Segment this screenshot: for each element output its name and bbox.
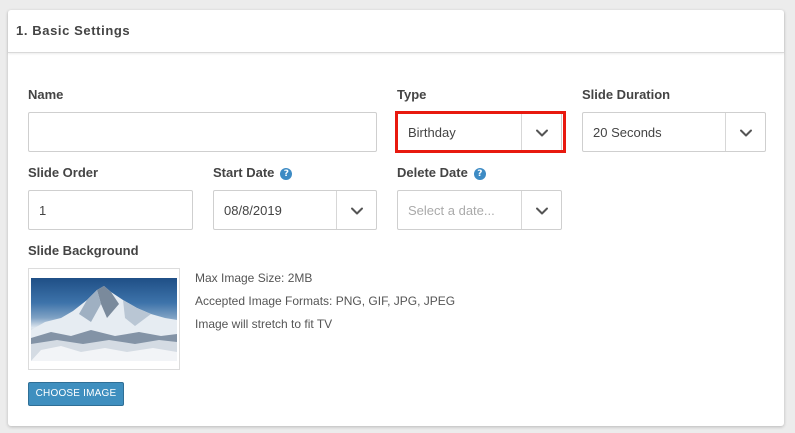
max-size-info: Max Image Size: 2MB xyxy=(195,271,313,285)
start-date-label-text: Start Date xyxy=(213,165,275,180)
start-date-select[interactable]: 08/8/2019 xyxy=(213,190,377,230)
help-icon[interactable]: ? xyxy=(280,168,293,180)
type-label: Type xyxy=(397,87,427,102)
formats-info: Accepted Image Formats: PNG, GIF, JPG, J… xyxy=(195,294,456,308)
delete-date-placeholder: Select a date... xyxy=(408,203,495,218)
slide-background-label: Slide Background xyxy=(28,243,139,258)
panel-header: 1. Basic Settings xyxy=(8,10,784,53)
stretch-info: Image will stretch to fit TV xyxy=(195,317,333,331)
slide-order-input[interactable]: 1 xyxy=(28,190,193,230)
slide-order-value: 1 xyxy=(39,203,47,218)
choose-image-button[interactable]: CHOOSE IMAGE xyxy=(28,382,124,406)
delete-date-dropdown-toggle[interactable] xyxy=(521,191,561,229)
help-icon[interactable]: ? xyxy=(473,168,486,180)
name-label: Name xyxy=(28,87,64,102)
chevron-down-icon xyxy=(351,207,363,215)
delete-date-label-text: Delete Date xyxy=(397,165,468,180)
start-date-value: 08/8/2019 xyxy=(224,203,282,218)
type-highlight-box xyxy=(395,111,566,153)
slide-duration-dropdown-toggle[interactable] xyxy=(725,113,765,151)
background-image-preview xyxy=(28,268,180,370)
name-input[interactable] xyxy=(28,112,377,152)
slide-order-label: Slide Order xyxy=(28,165,99,180)
chevron-down-icon xyxy=(536,207,548,215)
start-date-label: Start Date? xyxy=(213,165,293,180)
panel-title: 1. Basic Settings xyxy=(16,23,131,38)
start-date-dropdown-toggle[interactable] xyxy=(336,191,376,229)
chevron-down-icon xyxy=(740,129,752,137)
mountain-image xyxy=(31,278,177,361)
delete-date-label: Delete Date? xyxy=(397,165,486,180)
slide-duration-value: 20 Seconds xyxy=(593,125,662,140)
slide-duration-select[interactable]: 20 Seconds xyxy=(582,112,766,152)
slide-duration-label: Slide Duration xyxy=(582,87,671,102)
delete-date-select[interactable]: Select a date... xyxy=(397,190,562,230)
